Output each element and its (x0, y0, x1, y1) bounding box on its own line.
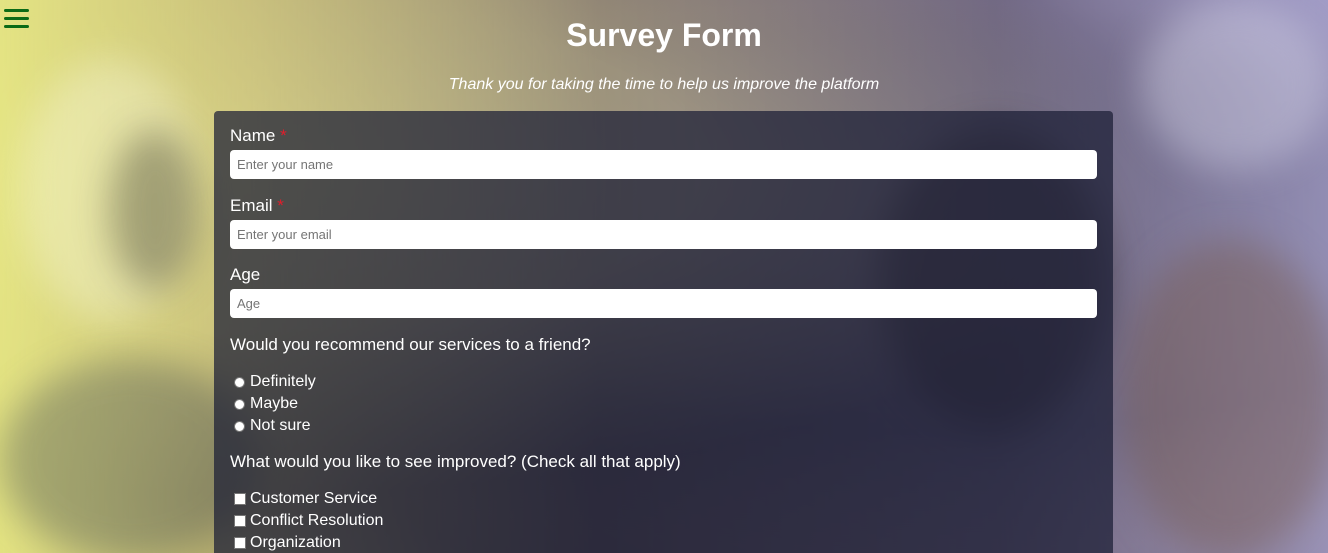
required-mark: * (277, 196, 284, 215)
age-label-text: Age (230, 265, 261, 284)
required-mark: * (280, 126, 287, 145)
checkbox[interactable] (234, 537, 246, 549)
background-blob (1120, 240, 1328, 553)
radio-button[interactable] (234, 420, 245, 432)
radio-button[interactable] (234, 398, 245, 410)
checkbox-option-organization[interactable]: Organization (234, 533, 341, 553)
radio-label: Not sure (250, 417, 311, 434)
menu-bar (4, 9, 29, 12)
name-input[interactable] (230, 150, 1097, 179)
checkbox-label: Conflict Resolution (250, 512, 384, 529)
recommend-question: Would you recommend our services to a fr… (230, 335, 591, 354)
radio-option-definitely[interactable]: Definitely (234, 372, 316, 392)
page-subtitle: Thank you for taking the time to help us… (448, 76, 880, 93)
name-label: Name * (230, 126, 287, 146)
email-label-text: Email (230, 196, 273, 215)
name-label-text: Name (230, 126, 276, 145)
radio-option-not-sure[interactable]: Not sure (234, 416, 310, 436)
radio-label: Maybe (250, 395, 299, 412)
checkbox-label: Organization (250, 534, 341, 551)
checkbox-label: Customer Service (250, 490, 378, 507)
age-input[interactable] (230, 289, 1097, 318)
background-blob (110, 130, 200, 290)
radio-button[interactable] (234, 376, 245, 388)
checkbox[interactable] (234, 515, 246, 527)
radio-option-maybe[interactable]: Maybe (234, 394, 298, 414)
email-label: Email * (230, 196, 284, 216)
checkbox-option-conflict-resolution[interactable]: Conflict Resolution (234, 511, 383, 531)
survey-form: Name * Email * Age Would you recommend o… (214, 111, 1113, 553)
page-title: Survey Form (566, 17, 762, 53)
age-label: Age (230, 265, 260, 285)
email-input[interactable] (230, 220, 1097, 249)
checkbox[interactable] (234, 493, 246, 505)
radio-label: Definitely (250, 373, 316, 390)
improve-question: What would you like to see improved? (Ch… (230, 452, 681, 471)
checkbox-option-customer-service[interactable]: Customer Service (234, 489, 377, 509)
